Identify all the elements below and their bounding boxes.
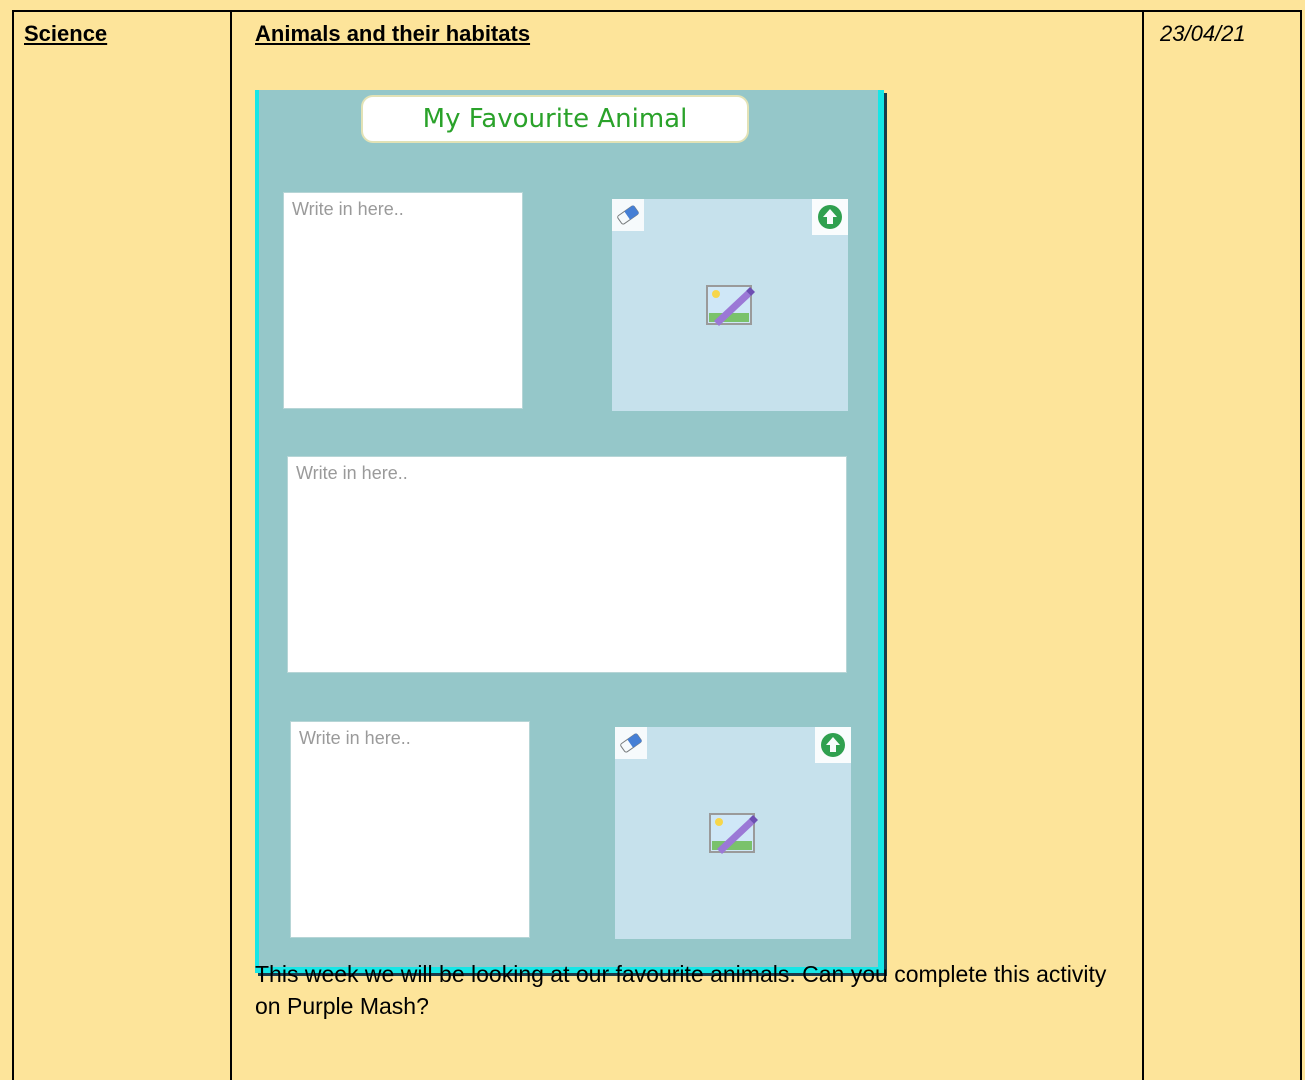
eraser-icon[interactable] [615,727,647,759]
image-box-top[interactable] [612,199,848,411]
instructions-text: This week we will be looking at our favo… [255,961,1107,1019]
column-divider [230,12,232,1080]
lesson-table: Science Animals and their habitats 23/04… [12,10,1302,1080]
picture-icon [707,809,759,857]
upload-icon[interactable] [815,727,851,763]
upload-icon[interactable] [812,199,848,235]
image-box-bottom[interactable] [615,727,851,939]
eraser-icon[interactable] [612,199,644,231]
write-box-bottom[interactable]: Write in here.. [290,721,530,938]
column-divider [1142,12,1144,1080]
topic-title: Animals and their habitats [255,21,531,46]
subject-label: Science [24,21,108,46]
write-box-middle[interactable]: Write in here.. [287,456,847,673]
write-box-top[interactable]: Write in here.. [283,192,523,409]
activity-screenshot: My Favourite Animal Write in here.. Writ… [255,90,884,973]
lesson-date: 23/04/21 [1160,21,1246,46]
activity-title: My Favourite Animal [361,95,749,143]
picture-icon [704,281,756,329]
